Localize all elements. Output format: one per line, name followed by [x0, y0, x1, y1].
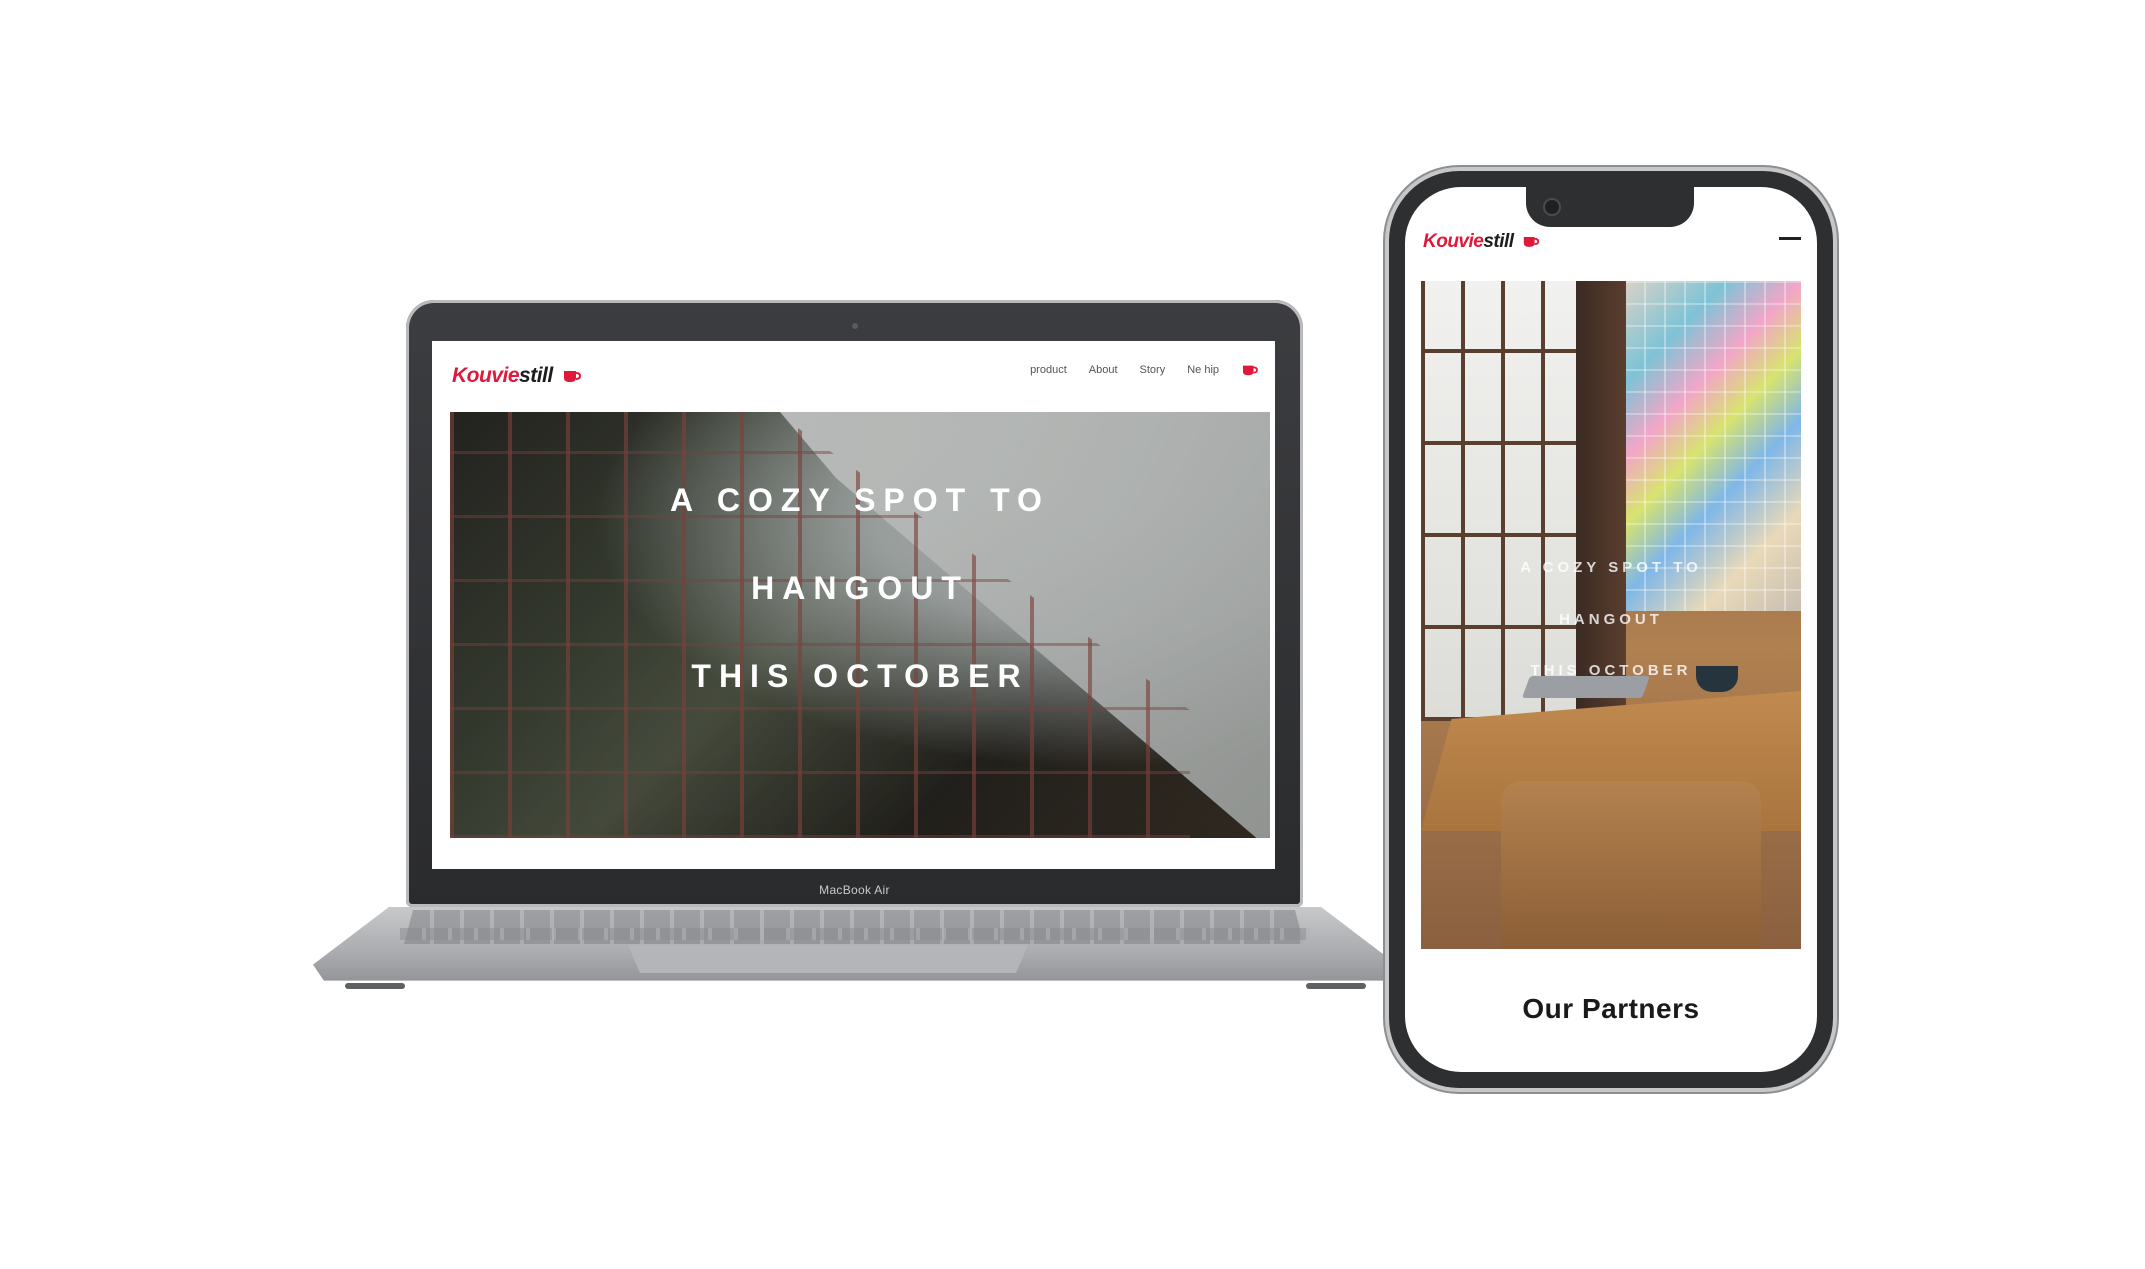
phone-device: Kouviestill A COZY SPOT TO HANGOUT THIS …	[1389, 171, 1833, 1088]
mobile-hero-line-1: A COZY SPOT TO	[1520, 559, 1702, 576]
laptop-camera	[852, 323, 858, 329]
nav-item-product[interactable]: product	[1030, 364, 1067, 376]
partners-section-title: Our Partners	[1522, 993, 1700, 1024]
cart-coffee-cup-icon[interactable]	[1241, 363, 1259, 377]
mobile-hero-banner: A COZY SPOT TO HANGOUT THIS OCTOBER	[1421, 281, 1801, 949]
hero-headline-line-1: A COZY SPOT TO	[670, 482, 1050, 518]
laptop-trackpad	[628, 945, 1028, 973]
hero-headline-line-2: HANGOUT	[751, 570, 969, 606]
logo-text-part2: still	[1483, 231, 1514, 252]
hero-image-chair	[1501, 781, 1761, 949]
hamburger-menu-icon[interactable]	[1779, 237, 1801, 240]
laptop-device: Kouviestill product About Story Ne hip A…	[406, 300, 1303, 907]
site-logo[interactable]: Kouviestill	[452, 364, 582, 388]
hero-image-window	[1421, 281, 1576, 721]
coffee-cup-icon	[564, 371, 582, 383]
coffee-cup-icon	[1524, 237, 1540, 248]
logo-text-part1: Kouvie	[1423, 231, 1484, 252]
phone-screen: Kouviestill A COZY SPOT TO HANGOUT THIS …	[1405, 187, 1817, 1072]
laptop-model-label: MacBook Air	[819, 883, 890, 897]
phone-notch	[1526, 187, 1694, 227]
logo-text-part2: still	[519, 364, 553, 387]
hero-headline-line-3: THIS OCTOBER	[691, 658, 1029, 694]
main-nav: product About Story Ne hip	[1030, 363, 1259, 377]
logo-text-part1: Kouvie	[452, 364, 520, 387]
mobile-site-logo[interactable]: Kouviestill	[1423, 231, 1540, 253]
front-camera	[1545, 200, 1559, 214]
nav-item-about[interactable]: About	[1089, 364, 1118, 376]
nav-item-ne-hip[interactable]: Ne hip	[1187, 364, 1219, 376]
nav-item-story[interactable]: Story	[1140, 364, 1166, 376]
hero-banner: A COZY SPOT TO HANGOUT THIS OCTOBER	[450, 412, 1270, 838]
mobile-hero-line-3: THIS OCTOBER	[1530, 662, 1692, 679]
mobile-hero-line-2: HANGOUT	[1559, 611, 1663, 628]
laptop-screen: Kouviestill product About Story Ne hip A…	[432, 341, 1275, 869]
